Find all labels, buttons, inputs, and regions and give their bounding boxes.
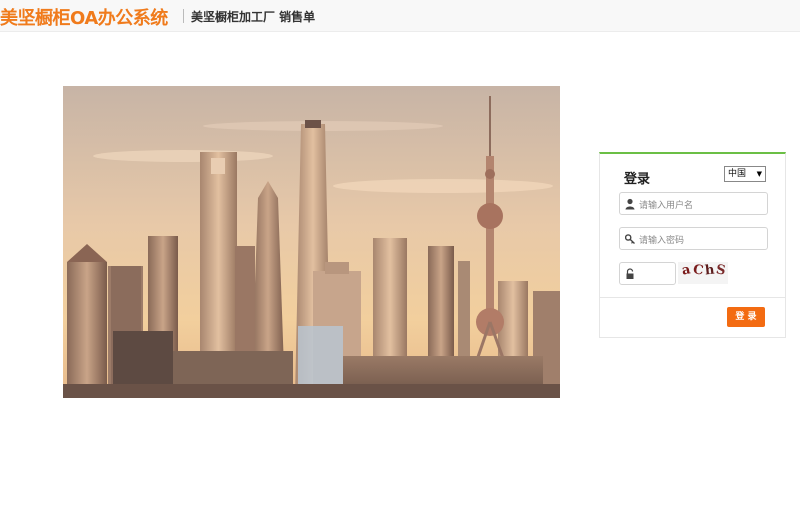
password-input[interactable]: 请输入密码 xyxy=(619,227,768,250)
username-placeholder: 请输入用户名 xyxy=(639,201,694,211)
captcha-char: S xyxy=(714,262,727,279)
captcha-input[interactable] xyxy=(619,262,676,285)
password-placeholder: 请输入密码 xyxy=(639,236,685,246)
region-select-value: 中国 xyxy=(728,169,747,179)
captcha-char: h xyxy=(704,262,716,279)
login-panel: 登录 中国 ▼ 请输入用户名 请输入密码 a C h S 登 录 xyxy=(599,152,786,338)
app-subtitle: 美坚橱柜加工厂 销售单 xyxy=(191,10,316,24)
login-title: 登录 xyxy=(624,172,651,187)
skyline-illustration xyxy=(63,86,560,398)
captcha-image[interactable]: a C h S xyxy=(678,262,728,284)
city-skyline-image xyxy=(63,86,560,398)
login-button[interactable]: 登 录 xyxy=(727,307,765,327)
user-icon xyxy=(625,198,635,210)
app-brand-title: 美坚橱柜OA办公系统 xyxy=(0,8,168,29)
username-input[interactable]: 请输入用户名 xyxy=(619,192,768,215)
chevron-down-icon: ▼ xyxy=(756,170,762,178)
header-divider xyxy=(183,9,184,23)
lock-icon xyxy=(626,268,634,279)
panel-divider xyxy=(600,297,785,298)
key-icon xyxy=(625,234,635,245)
captcha-char: C xyxy=(692,262,705,279)
captcha-char: a xyxy=(680,262,692,279)
top-header: 美坚橱柜OA办公系统 美坚橱柜加工厂 销售单 xyxy=(0,0,800,32)
region-select[interactable]: 中国 ▼ xyxy=(724,166,766,182)
